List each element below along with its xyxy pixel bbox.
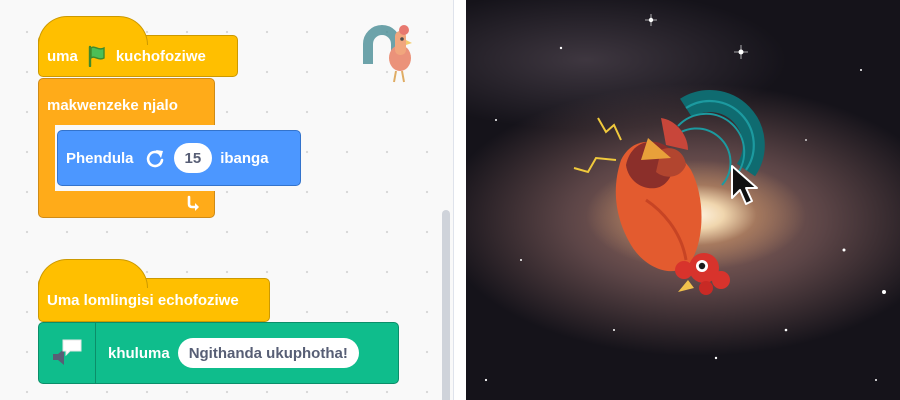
code-scrollbar[interactable] — [442, 210, 450, 400]
mouse-pointer-icon — [731, 165, 758, 205]
turn-right-block[interactable]: Phendula 15 ibanga — [57, 130, 301, 186]
hat-text-after: kuchofoziwe — [115, 47, 206, 65]
hat-cap — [38, 16, 148, 45]
when-sprite-clicked-block[interactable]: Uma lomlingisi echofoziwe — [38, 259, 270, 322]
text-to-speech-icon — [39, 323, 96, 383]
forever-label: makwenzeke njalo — [47, 97, 178, 114]
turn-label: Phendula — [66, 149, 134, 167]
say-text-input[interactable]: Ngithanda ukuphotha! — [177, 338, 359, 368]
hat-text-before: uma — [47, 47, 78, 65]
hat-cap — [38, 259, 148, 288]
speak-block[interactable]: khuluma Ngithanda ukuphotha! — [38, 322, 399, 384]
say-label: khuluma — [108, 344, 170, 362]
green-flag-icon — [86, 45, 108, 67]
loop-arrow-icon — [185, 194, 203, 216]
code-area[interactable]: makwenzeke njalo uma kuchofoziwe Phendul… — [0, 0, 453, 400]
hat-label: Uma lomlingisi echofoziwe — [47, 291, 239, 309]
when-flag-clicked-block[interactable]: uma kuchofoziwe — [38, 16, 238, 77]
turn-degrees-input[interactable]: 15 — [173, 143, 213, 173]
turn-unit-label: ibanga — [220, 149, 269, 167]
rooster-sprite-icon[interactable] — [362, 16, 422, 93]
stage[interactable] — [466, 0, 900, 400]
rotate-right-icon — [144, 147, 166, 169]
stage-divider — [453, 0, 467, 400]
